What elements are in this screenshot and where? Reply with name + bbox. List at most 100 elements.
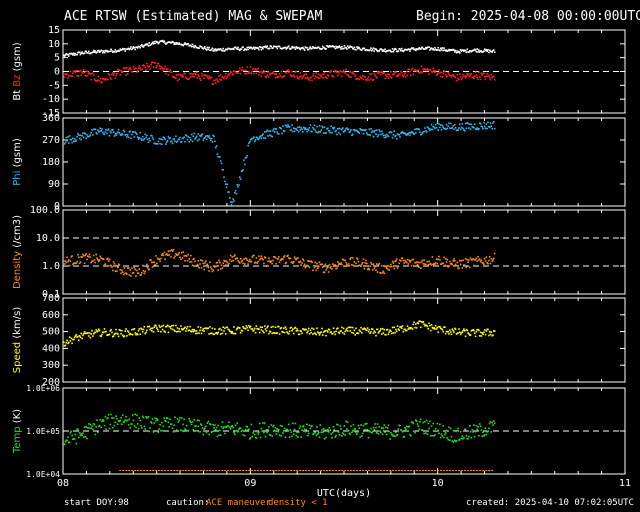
data-point-temp [376,432,378,434]
data-point-bz [488,74,490,77]
data-point-speed [177,330,180,333]
data-point-bz [322,77,324,79]
data-point-density [429,262,432,265]
data-point-phi [189,136,191,139]
data-point-speed [202,328,205,330]
data-point-temp [85,426,87,428]
data-point-temp [70,430,73,433]
data-point-phi [467,122,469,125]
maneuver-marker [305,470,308,471]
data-point-density [248,260,250,263]
data-point-phi [158,137,161,140]
data-point-density [174,255,176,257]
data-point-bt [465,51,468,54]
data-point-bz [318,77,321,79]
data-point-speed [457,332,459,334]
data-point-bz [353,73,356,76]
data-point-bz [265,76,268,79]
data-point-bz [452,73,454,76]
data-point-speed [434,324,437,327]
data-point-speed [327,331,329,333]
data-point-density [341,263,343,266]
data-point-temp [383,424,386,426]
maneuver-marker [260,470,263,471]
data-point-temp [197,425,200,428]
data-point-bt [114,49,117,51]
data-point-phi [234,189,237,192]
data-point-phi [140,137,142,140]
data-point-temp [405,428,407,431]
data-point-phi [118,132,121,134]
data-point-bz [208,75,210,78]
data-point-speed [88,332,91,334]
data-point-temp [416,423,419,425]
data-point-bz [258,73,260,76]
data-point-phi [428,128,430,130]
maneuver-marker [446,470,449,471]
data-point-speed [485,330,488,332]
data-point-phi [420,133,423,136]
data-point-bz [195,71,198,73]
data-point-density [390,263,392,266]
data-point-phi [390,131,393,134]
data-point-density [231,256,234,258]
data-point-speed [480,335,483,337]
data-point-phi [201,133,204,135]
data-point-phi [220,162,223,165]
data-point-density [111,266,113,268]
data-point-phi [136,136,139,138]
maneuver-marker [404,470,407,471]
data-point-temp [99,419,102,421]
data-point-temp [327,428,329,431]
data-point-phi [186,138,189,141]
data-point-phi [121,133,124,136]
data-point-density [218,259,220,262]
data-point-phi [296,129,298,131]
data-point-bz [111,73,113,76]
data-point-bz [260,75,263,77]
data-point-density [303,263,306,266]
data-point-bz [166,68,169,70]
data-point-density [334,264,337,266]
data-point-bz [390,71,392,73]
data-point-speed [73,336,76,339]
data-point-density [199,263,201,265]
data-point-speed [200,332,203,335]
data-point-phi [228,191,230,193]
data-point-bz [159,68,161,70]
data-point-phi [136,133,138,136]
data-point-temp [334,436,337,438]
data-point-phi [312,126,314,129]
data-point-temp [74,433,77,436]
data-point-bz [302,76,304,78]
data-point-temp [277,430,279,433]
data-point-temp [176,418,179,420]
data-point-density [208,270,210,272]
data-point-bz [82,72,84,74]
data-point-density [488,256,491,258]
data-point-temp [296,431,298,434]
data-point-temp [275,433,278,435]
data-point-bt [172,41,175,44]
data-point-temp [148,430,151,433]
data-point-temp [163,417,166,419]
data-point-density [367,267,370,270]
data-point-bz [420,71,422,73]
data-point-density [454,263,457,266]
data-point-temp [174,416,176,418]
data-point-phi [278,133,280,135]
data-point-density [69,260,72,262]
data-point-density [312,269,314,272]
data-point-phi [147,141,150,143]
data-point-density [327,271,330,273]
data-point-temp [180,429,182,431]
data-point-density [132,271,135,274]
data-point-phi [454,127,457,129]
maneuver-marker [284,470,287,471]
data-point-bz [493,75,495,78]
data-point-bz [255,72,258,75]
data-point-temp [105,428,107,430]
maneuver-marker [482,470,485,471]
y-tick-label-temp: 1.0E+06 [26,384,60,393]
data-point-density [253,254,255,257]
